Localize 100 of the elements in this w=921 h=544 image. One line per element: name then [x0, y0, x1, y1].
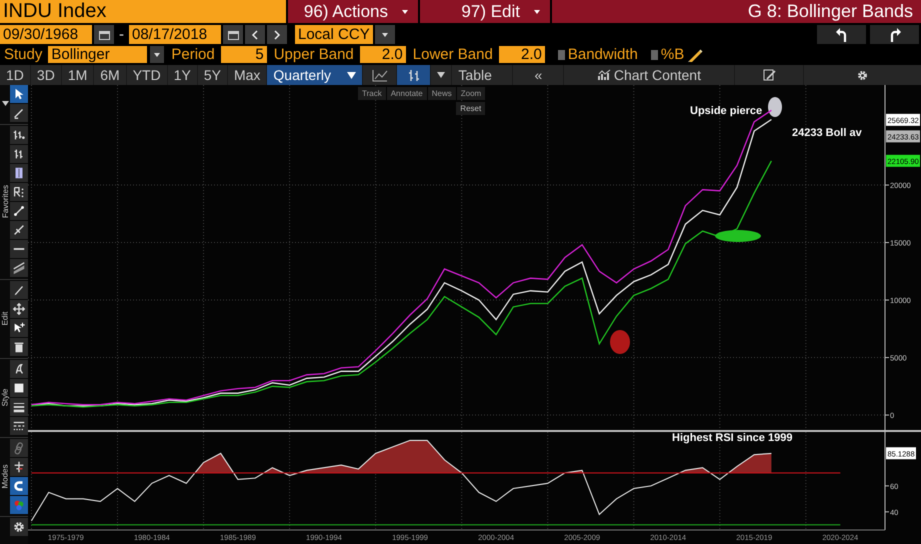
- trash-icon: [12, 340, 26, 354]
- period-button[interactable]: 1D: [0, 65, 30, 85]
- bar-chart-button[interactable]: [397, 65, 430, 85]
- color-dots-icon: [12, 498, 26, 512]
- option-checkbox[interactable]: Bandwidth: [558, 46, 638, 63]
- chart-tool-button[interactable]: Annotate: [386, 87, 427, 100]
- split-icon: [12, 460, 26, 474]
- tool-button[interactable]: [10, 259, 28, 277]
- calendar-icon: [228, 30, 238, 40]
- annotation-text: Highest RSI since 1999: [672, 432, 792, 444]
- tool-button[interactable]: [10, 300, 28, 318]
- tool-button[interactable]: [10, 360, 28, 378]
- calendar-button[interactable]: [94, 25, 114, 44]
- start-date-field[interactable]: 09/30/1968: [0, 25, 92, 44]
- redo-icon: [888, 28, 900, 42]
- option-checkbox[interactable]: %B: [650, 46, 684, 63]
- tool-button[interactable]: [10, 281, 28, 299]
- calendar-icon: [98, 30, 110, 40]
- tool-button[interactable]: [10, 458, 28, 476]
- collapse-triangle-icon[interactable]: [2, 101, 8, 106]
- section-label: Edit: [0, 312, 10, 326]
- annotation-text: 24233 Boll av: [792, 127, 862, 139]
- move-icon: [12, 302, 26, 316]
- menu-button[interactable]: 96) Actions: [288, 0, 418, 23]
- period-button[interactable]: 1M: [62, 65, 94, 85]
- chart-tool-button[interactable]: Zoom: [456, 87, 486, 100]
- pencil-icon[interactable]: [687, 48, 704, 62]
- date-separator: -: [118, 26, 125, 43]
- channel-icon: [12, 261, 26, 275]
- tool-button[interactable]: [10, 164, 28, 182]
- parameter-label: Upper Band: [272, 46, 355, 63]
- calendar-button[interactable]: [223, 25, 243, 44]
- frequency-dropdown[interactable]: Quarterly: [267, 65, 362, 85]
- bars-icon: [12, 128, 26, 142]
- chart-tool-button[interactable]: News: [428, 87, 456, 100]
- chart-content-button[interactable]: Chart Content: [564, 65, 734, 85]
- period-button[interactable]: Max: [228, 65, 266, 85]
- period-button[interactable]: YTD: [126, 65, 167, 85]
- period-button[interactable]: 6M: [94, 65, 126, 85]
- undo-icon: [836, 28, 848, 42]
- pen-icon: [12, 106, 26, 120]
- section-label: Favorites: [0, 185, 10, 218]
- tool-button[interactable]: [10, 518, 28, 536]
- previous-button[interactable]: [245, 25, 265, 44]
- dropdown-button[interactable]: [431, 65, 452, 85]
- caret-icon: [437, 72, 446, 78]
- undo-button[interactable]: [817, 25, 866, 44]
- redo-button[interactable]: [870, 25, 919, 44]
- highlight-ellipse: [610, 330, 630, 354]
- chevron-right-icon: [273, 30, 281, 40]
- trend-line-icon: [12, 204, 26, 218]
- line-weight-icon: [12, 400, 26, 414]
- tool-button[interactable]: [10, 477, 28, 495]
- edit-chart-button[interactable]: [735, 65, 804, 85]
- tool-button[interactable]: [10, 104, 28, 122]
- line-chart-button[interactable]: [363, 65, 396, 85]
- end-date-field[interactable]: 08/17/2018: [129, 25, 221, 44]
- study-dropdown[interactable]: Bollinger: [48, 46, 148, 63]
- tool-button[interactable]: [10, 417, 28, 435]
- security-field[interactable]: INDU Index: [0, 0, 286, 23]
- tool-button[interactable]: [10, 319, 28, 337]
- chart-icon: [598, 69, 611, 81]
- highlight-ellipse: [768, 97, 782, 117]
- dropdown-button[interactable]: [150, 46, 164, 63]
- tool-button[interactable]: [10, 398, 28, 416]
- caret-icon: [154, 52, 160, 56]
- menu-button[interactable]: 97) Edit: [420, 0, 550, 23]
- annotation-text: Upside pierce: [690, 105, 762, 117]
- period-button[interactable]: 3D: [30, 65, 61, 85]
- highlight-ellipse: [715, 230, 761, 242]
- tool-button[interactable]: [10, 202, 28, 220]
- tool-button[interactable]: [10, 126, 28, 144]
- collapse-button[interactable]: «: [513, 65, 564, 85]
- parameter-field[interactable]: 5: [220, 46, 267, 63]
- tool-button[interactable]: [10, 379, 28, 397]
- dotted-r-icon: [12, 185, 26, 199]
- tool-button[interactable]: [10, 85, 28, 103]
- parameter-field[interactable]: 2.0: [360, 46, 406, 63]
- table-button[interactable]: Table: [452, 65, 512, 85]
- tool-button[interactable]: [10, 221, 28, 239]
- parameter-field[interactable]: 2.0: [498, 46, 545, 63]
- currency-dropdown[interactable]: Local CCY: [295, 25, 373, 44]
- section-label: Style: [0, 388, 10, 406]
- fill-square-icon: [12, 381, 26, 395]
- tool-button[interactable]: [10, 183, 28, 201]
- period-button[interactable]: 5Y: [198, 65, 227, 85]
- caret-icon: [382, 32, 388, 36]
- dropdown-button[interactable]: [375, 25, 395, 44]
- tool-button[interactable]: [10, 338, 28, 356]
- line-chart-icon: [372, 68, 388, 82]
- period-button[interactable]: 1Y: [168, 65, 197, 85]
- next-button[interactable]: [267, 25, 287, 44]
- parameter-label: Period: [170, 46, 216, 63]
- tool-button[interactable]: [10, 240, 28, 258]
- chart-tool-button[interactable]: Track: [358, 87, 386, 100]
- edit-icon: [762, 69, 776, 81]
- settings-icon: [856, 68, 870, 82]
- tool-button[interactable]: [10, 145, 28, 163]
- dash-style-icon: [12, 419, 26, 433]
- reset-button[interactable]: Reset: [456, 102, 486, 115]
